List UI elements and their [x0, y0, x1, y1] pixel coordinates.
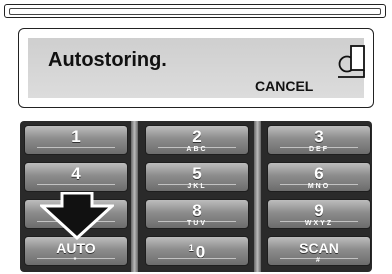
key-label: 2	[192, 127, 202, 146]
key-label: 10	[146, 239, 248, 262]
top-strip	[4, 4, 386, 18]
key-scan[interactable]: SCAN #	[267, 236, 371, 266]
display-message: Autostoring.	[48, 49, 167, 71]
key-digit: 0	[195, 242, 206, 262]
key-2[interactable]: 2 ABC	[145, 125, 249, 155]
key-letters: ABC	[186, 146, 208, 153]
key-3[interactable]: 3 DEF	[267, 125, 371, 155]
display-panel: Autostoring. CANCEL	[18, 28, 374, 108]
key-1[interactable]: 1	[24, 125, 128, 155]
cancel-label[interactable]: CANCEL	[255, 78, 313, 94]
key-label: 6	[314, 164, 324, 183]
key-label: 3	[314, 127, 324, 146]
key-label: 4	[71, 164, 81, 183]
key-label: AUTO	[56, 240, 96, 256]
key-6[interactable]: 6 MNO	[267, 162, 371, 192]
key-8[interactable]: 8 TUV	[145, 199, 249, 229]
key-letters: WXYZ	[304, 220, 334, 227]
key-5[interactable]: 5 JKL	[145, 162, 249, 192]
key-letters: TUV	[187, 220, 207, 227]
key-letters: DEF	[309, 146, 329, 153]
cancel-key-icon[interactable]	[335, 43, 369, 97]
key-0[interactable]: 10	[145, 236, 249, 266]
keypad-divider	[254, 121, 261, 272]
key-label: 5	[192, 164, 202, 183]
key-superscript: 1	[188, 243, 194, 253]
key-letters: JKL	[187, 183, 207, 190]
key-label: SCAN	[299, 240, 339, 256]
key-letters: *	[73, 257, 79, 264]
key-label: 1	[71, 127, 81, 146]
down-arrow-icon	[40, 192, 114, 240]
key-label: 8	[192, 201, 202, 220]
key-letters: #	[316, 257, 322, 264]
key-auto[interactable]: AUTO *	[24, 236, 128, 266]
key-4[interactable]: 4	[24, 162, 128, 192]
key-9[interactable]: 9 WXYZ	[267, 199, 371, 229]
key-letters: MNO	[307, 183, 331, 190]
key-label: 9	[314, 201, 324, 220]
keypad-divider	[131, 121, 138, 272]
